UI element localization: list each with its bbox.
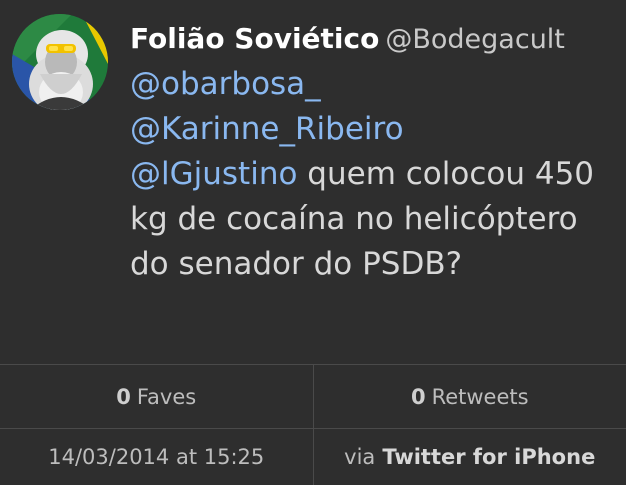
retweets-button[interactable]: 0 Retweets xyxy=(313,365,626,428)
avatar[interactable] xyxy=(12,14,108,110)
faves-label: Faves xyxy=(137,385,196,409)
retweets-label: Retweets xyxy=(432,385,529,409)
mention-link[interactable]: @Karinne_Ribeiro xyxy=(130,111,404,147)
timestamp: 14/03/2014 at 15:25 xyxy=(0,429,313,485)
stats-row: 0 Faves 0 Retweets xyxy=(0,365,626,429)
via-label: via xyxy=(344,445,375,469)
mention-link[interactable]: @lGjustino xyxy=(130,156,297,192)
meta-row: 14/03/2014 at 15:25 via Twitter for iPho… xyxy=(0,429,626,485)
user-handle[interactable]: @Bodegacult xyxy=(385,24,565,55)
retweets-count: 0 xyxy=(411,385,426,409)
timestamp-text: 14/03/2014 at 15:25 xyxy=(48,445,264,469)
tweet-header: Folião Soviético@Bodegacult xyxy=(130,17,565,65)
tweet-card: Folião Soviético@Bodegacult @obarbosa_ @… xyxy=(0,0,626,364)
faves-button[interactable]: 0 Faves xyxy=(0,365,313,428)
avatar-image xyxy=(12,14,108,110)
mention-link[interactable]: @obarbosa_ xyxy=(130,66,321,102)
client-info[interactable]: via Twitter for iPhone xyxy=(313,429,626,485)
tweet-text: @obarbosa_ @Karinne_Ribeiro @lGjustino q… xyxy=(130,62,610,287)
faves-count: 0 xyxy=(116,385,131,409)
client-name: Twitter for iPhone xyxy=(382,445,595,469)
tweet-stats: 0 Faves 0 Retweets 14/03/2014 at 15:25 v… xyxy=(0,364,626,485)
display-name[interactable]: Folião Soviético xyxy=(130,22,379,55)
